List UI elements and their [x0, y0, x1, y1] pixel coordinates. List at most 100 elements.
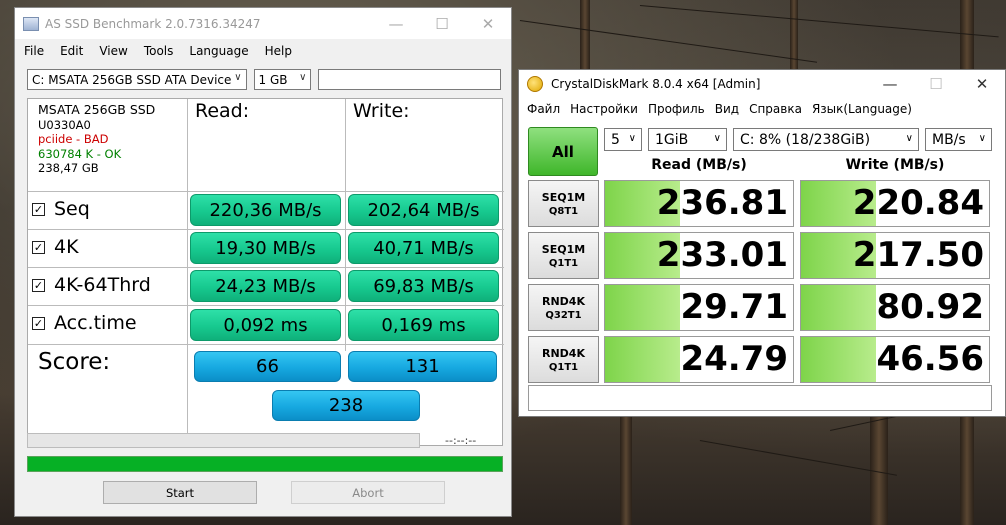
4k-write-value: 40,71 MB/s [348, 232, 499, 264]
result-write-2: 80.92 [800, 284, 990, 331]
path-field[interactable] [318, 69, 501, 90]
result-read-1: 233.01 [604, 232, 794, 279]
row-seq-label[interactable]: ✓ Seq [32, 198, 90, 220]
crystaldiskmark-window: CrystalDiskMark 8.0.4 x64 [Admin] — ☐ ✕ … [518, 69, 1006, 417]
row-4k-label[interactable]: ✓ 4K [32, 236, 79, 258]
window-title: AS SSD Benchmark 2.0.7316.34247 [45, 16, 261, 31]
4k-read-value: 19,30 MB/s [190, 232, 341, 264]
as-ssd-titlebar[interactable]: AS SSD Benchmark 2.0.7316.34247 — ☐ ✕ [15, 8, 511, 39]
result-read-2: 29.71 [604, 284, 794, 331]
close-icon[interactable]: ✕ [959, 70, 1005, 98]
cdm-titlebar[interactable]: CrystalDiskMark 8.0.4 x64 [Admin] — ☐ ✕ [519, 70, 1005, 98]
chevron-down-icon: ∨ [713, 133, 721, 144]
menu-edit[interactable]: Edit [52, 44, 91, 58]
drive-info: MSATA 256GB SSD U0330A0 pciide - BAD 630… [38, 102, 155, 176]
unit-select[interactable]: MB/s ∨ [925, 128, 992, 151]
test-name: SEQ1M [541, 242, 586, 256]
alignment-status: 630784 K - OK [38, 146, 122, 161]
4k64-write-value: 69,83 MB/s [348, 270, 499, 302]
test-name: RND4K [542, 294, 585, 308]
menu-profile[interactable]: Профиль [643, 102, 710, 116]
chevron-down-icon: ∨ [628, 133, 636, 144]
menu-help[interactable]: Help [257, 44, 300, 58]
drive-firmware: U0330A0 [38, 117, 91, 132]
elapsed-timer: --:--:-- [445, 434, 477, 447]
window-title: CrystalDiskMark 8.0.4 x64 [Admin] [551, 77, 761, 91]
checkbox-icon[interactable]: ✓ [32, 240, 45, 254]
chevron-down-icon: ∨ [978, 133, 986, 144]
driver-status: pciide - BAD [38, 132, 109, 146]
menu-file[interactable]: Файл [522, 102, 565, 116]
menu-view[interactable]: View [91, 44, 135, 58]
all-button[interactable]: All [528, 127, 598, 176]
drive-select-value: C: 8% (18/238GiB) [740, 131, 871, 148]
result-value: 24.79 [680, 339, 788, 379]
seq-read-value: 220,36 MB/s [190, 194, 341, 226]
checkbox-icon[interactable]: ✓ [32, 316, 45, 330]
test-params: Q1T1 [548, 361, 579, 373]
app-icon [527, 76, 543, 92]
test-params: Q32T1 [545, 309, 582, 321]
app-icon [23, 16, 39, 31]
menu-file[interactable]: File [16, 44, 52, 58]
maximize-icon[interactable]: ☐ [419, 8, 465, 39]
seq-write-value: 202,64 MB/s [348, 194, 499, 226]
minimize-icon[interactable]: — [867, 70, 913, 98]
test-button-3[interactable]: RND4K Q1T1 [528, 336, 599, 383]
maximize-icon[interactable]: ☐ [913, 70, 959, 98]
score-write: 131 [348, 351, 497, 382]
progress-bar-test [27, 433, 420, 448]
count-select[interactable]: 5 ∨ [604, 128, 642, 151]
result-bar [605, 337, 681, 382]
result-read-3: 24.79 [604, 336, 794, 383]
result-value: 236.81 [656, 183, 788, 223]
result-write-0: 220.84 [800, 180, 990, 227]
drive-capacity: 238,47 GB [38, 161, 99, 175]
menu-settings[interactable]: Настройки [565, 102, 643, 116]
size-select-value: 1 GB [258, 72, 288, 87]
result-value: 46.56 [876, 339, 984, 379]
drive-select[interactable]: C: 8% (18/238GiB) ∨ [733, 128, 919, 151]
row-4k64-label[interactable]: ✓ 4K-64Thrd [32, 274, 151, 296]
menu-bar: Файл Настройки Профиль Вид Справка Язык(… [519, 98, 1005, 120]
test-params: Q8T1 [548, 205, 579, 217]
close-icon[interactable]: ✕ [465, 8, 511, 39]
size-select-value: 1GiB [655, 131, 689, 148]
size-select[interactable]: 1 GB ∨ [253, 69, 312, 90]
chevron-down-icon: ∨ [299, 72, 307, 83]
test-button-0[interactable]: SEQ1M Q8T1 [528, 180, 599, 227]
result-bar [801, 285, 877, 330]
read-header: Read (MB/s) [651, 157, 747, 173]
menu-tools[interactable]: Tools [136, 44, 182, 58]
result-bar [605, 285, 681, 330]
drive-select[interactable]: C: MSATA 256GB SSD ATA Device ∨ [27, 69, 247, 90]
unit-select-value: MB/s [932, 131, 966, 148]
test-params: Q1T1 [548, 257, 579, 269]
abort-button[interactable]: Abort [291, 481, 445, 504]
checkbox-icon[interactable]: ✓ [32, 278, 45, 292]
count-select-value: 5 [611, 131, 620, 148]
read-header: Read: [195, 100, 250, 122]
result-value: 29.71 [680, 287, 788, 327]
result-read-0: 236.81 [604, 180, 794, 227]
menu-language[interactable]: Language [181, 44, 256, 58]
test-button-2[interactable]: RND4K Q32T1 [528, 284, 599, 331]
test-button-1[interactable]: SEQ1M Q1T1 [528, 232, 599, 279]
start-button[interactable]: Start [103, 481, 257, 504]
write-header: Write (MB/s) [845, 157, 945, 173]
score-read: 66 [194, 351, 341, 382]
test-name: RND4K [542, 346, 585, 360]
result-value: 233.01 [656, 235, 788, 275]
menu-help[interactable]: Справка [744, 102, 807, 116]
minimize-icon[interactable]: — [373, 8, 419, 39]
status-bar [528, 385, 992, 411]
write-header: Write: [353, 100, 410, 122]
menu-view[interactable]: Вид [710, 102, 744, 116]
progress-bar-total [27, 456, 503, 472]
row-acctime-label[interactable]: ✓ Acc.time [32, 312, 137, 334]
size-select[interactable]: 1GiB ∨ [648, 128, 727, 151]
result-value: 220.84 [852, 183, 984, 223]
result-value: 217.50 [852, 235, 984, 275]
checkbox-icon[interactable]: ✓ [32, 202, 45, 216]
menu-language[interactable]: Язык(Language) [807, 102, 917, 116]
